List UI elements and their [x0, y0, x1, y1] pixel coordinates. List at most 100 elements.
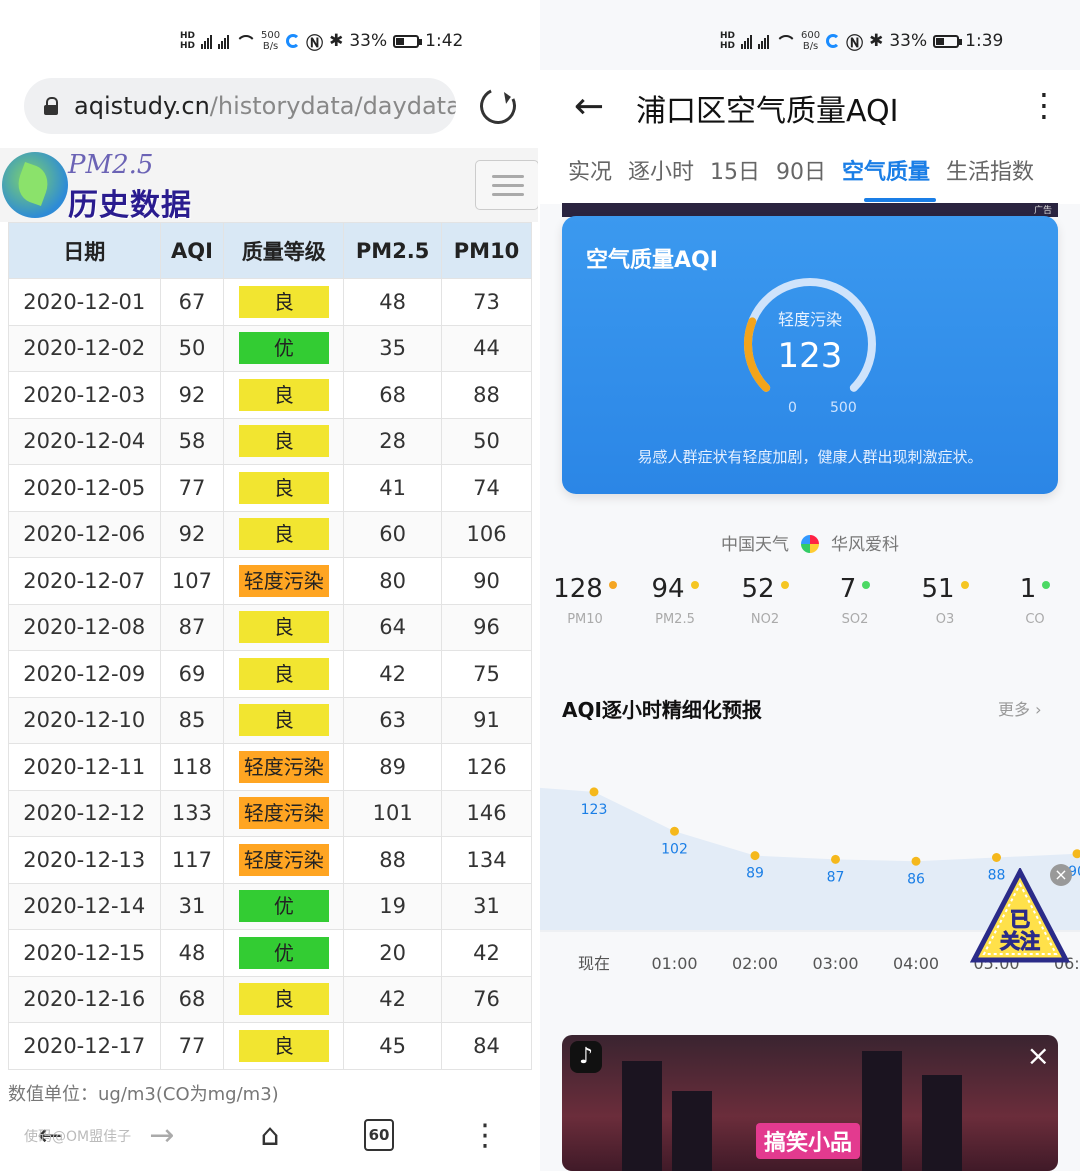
- cell-pm10: 91: [441, 696, 532, 744]
- tabs-button[interactable]: 60: [362, 1112, 396, 1158]
- nfc-icon: Ⓝ: [846, 33, 864, 54]
- cell-level: 良: [223, 1022, 345, 1070]
- col-level: 质量等级: [223, 222, 345, 279]
- more-menu-icon[interactable]: ⋮: [1028, 86, 1060, 124]
- sync-icon: [286, 34, 301, 48]
- cell-aqi: 67: [159, 278, 225, 326]
- col-date: 日期: [8, 222, 161, 279]
- aqi-card[interactable]: 空气质量AQI 轻度污染 123 0 500 易感人群症状有轻度加剧，健康人群出…: [562, 216, 1058, 494]
- leaf-icon: [2, 152, 68, 218]
- url-host: aqistudy.cn: [74, 92, 210, 120]
- data-point: [911, 856, 921, 866]
- cell-aqi: 58: [159, 417, 225, 465]
- cell-pm10: 134: [441, 836, 532, 884]
- x-tick-label: 01:00: [651, 954, 697, 973]
- cell-pm25: 19: [343, 882, 443, 930]
- cell-aqi: 48: [159, 929, 225, 977]
- cell-pm25: 28: [343, 417, 443, 465]
- pollutant-value: 51: [900, 574, 990, 604]
- cell-pm10: 75: [441, 650, 532, 698]
- reload-icon[interactable]: [474, 82, 522, 130]
- cell-pm10: 31: [441, 882, 532, 930]
- more-link[interactable]: 更多 ›: [998, 696, 1042, 720]
- cell-date: 2020-12-05: [8, 464, 161, 512]
- gauge-min: 0: [788, 400, 797, 416]
- follow-badge-text-2: 关注: [1000, 929, 1040, 953]
- net-speed: 500 B/s: [261, 30, 281, 52]
- hamburger-menu-button[interactable]: [475, 160, 539, 210]
- source-huafeng: 华风爱科: [831, 535, 899, 555]
- pollutant-name: CO: [1025, 612, 1045, 627]
- back-arrow-icon[interactable]: ←: [574, 86, 604, 127]
- data-label: 86: [907, 871, 925, 887]
- pollutant-value: 7: [810, 574, 900, 604]
- cell-pm10: 84: [441, 1022, 532, 1070]
- cell-level: 良: [223, 371, 345, 419]
- tab-2[interactable]: 15日: [710, 140, 776, 204]
- tab-0[interactable]: 实况: [540, 140, 628, 204]
- cell-date: 2020-12-02: [8, 324, 161, 372]
- cell-date: 2020-12-01: [8, 278, 161, 326]
- level-badge: 优: [238, 332, 329, 365]
- table-row: 2020-12-15 48 优 20 42: [8, 929, 532, 977]
- cell-pm25: 48: [343, 278, 443, 326]
- cell-level: 优: [223, 324, 345, 372]
- cell-date: 2020-12-10: [8, 696, 161, 744]
- cell-level: 良: [223, 650, 345, 698]
- cell-aqi: 50: [159, 324, 225, 372]
- level-badge: 轻度污染: [238, 797, 329, 830]
- x-tick-label: 02:00: [732, 954, 778, 973]
- wifi-icon: [235, 33, 255, 49]
- cell-pm10: 76: [441, 975, 532, 1023]
- cell-pm25: 41: [343, 464, 443, 512]
- tab-4[interactable]: 空气质量: [842, 140, 946, 204]
- cell-pm10: 96: [441, 603, 532, 651]
- data-point: [670, 826, 679, 836]
- tab-3[interactable]: 90日: [776, 140, 842, 204]
- close-icon[interactable]: ×: [1050, 864, 1072, 886]
- level-badge: 轻度污染: [238, 843, 329, 876]
- cell-level: 轻度污染: [223, 743, 345, 791]
- close-icon[interactable]: ×: [1027, 1039, 1050, 1072]
- pollutant-item: 7 SO2: [810, 574, 900, 627]
- level-badge: 良: [238, 425, 329, 458]
- cell-aqi: 92: [159, 510, 225, 558]
- cell-level: 轻度污染: [223, 836, 345, 884]
- tab-5[interactable]: 生活指数: [946, 140, 1050, 204]
- cell-aqi: 68: [159, 975, 225, 1023]
- home-icon[interactable]: ⌂: [250, 1112, 290, 1158]
- huafeng-logo-icon: [801, 535, 819, 553]
- ad-strip[interactable]: 广告: [562, 203, 1058, 217]
- cell-aqi: 118: [159, 743, 225, 791]
- hd-indicator: HD HD: [180, 31, 196, 51]
- cell-level: 轻度污染: [223, 789, 345, 837]
- pollutant-name: O3: [935, 612, 955, 627]
- table-row: 2020-12-01 67 良 48 73: [8, 278, 532, 326]
- url-path: /historydata/daydata.p: [209, 92, 456, 120]
- status-dot: [960, 581, 969, 589]
- url-bar[interactable]: aqistudy.cn/historydata/daydata.p: [24, 78, 456, 134]
- level-badge: 轻度污染: [238, 564, 329, 597]
- video-ad[interactable]: ♪ × 搞笑小品: [562, 1035, 1058, 1171]
- site-logo[interactable]: PM2.5 历史数据: [2, 150, 212, 223]
- pollutant-item: 128 PM10: [540, 574, 630, 627]
- data-point: [831, 854, 840, 864]
- cell-date: 2020-12-14: [8, 882, 161, 930]
- forward-arrow-icon[interactable]: →: [142, 1112, 182, 1158]
- data-point: [589, 787, 599, 797]
- pollutant-value: 128: [540, 574, 630, 604]
- data-label: 102: [661, 841, 688, 857]
- tab-row: 实况 逐小时 15日 90日 空气质量 生活指数: [540, 140, 1080, 204]
- aqi-level: 轻度污染: [777, 310, 842, 329]
- cell-aqi: 31: [159, 882, 225, 930]
- cell-pm25: 80: [343, 557, 443, 605]
- table-row: 2020-12-05 77 良 41 74: [8, 464, 532, 512]
- data-point: [992, 853, 1001, 862]
- status-dot: [608, 581, 617, 589]
- level-badge: 轻度污染: [238, 750, 329, 783]
- cell-pm10: 74: [441, 464, 532, 512]
- more-menu-icon[interactable]: ⋮: [470, 1112, 500, 1158]
- tab-1[interactable]: 逐小时: [628, 140, 710, 204]
- cell-level: 良: [223, 278, 345, 326]
- cell-date: 2020-12-06: [8, 510, 161, 558]
